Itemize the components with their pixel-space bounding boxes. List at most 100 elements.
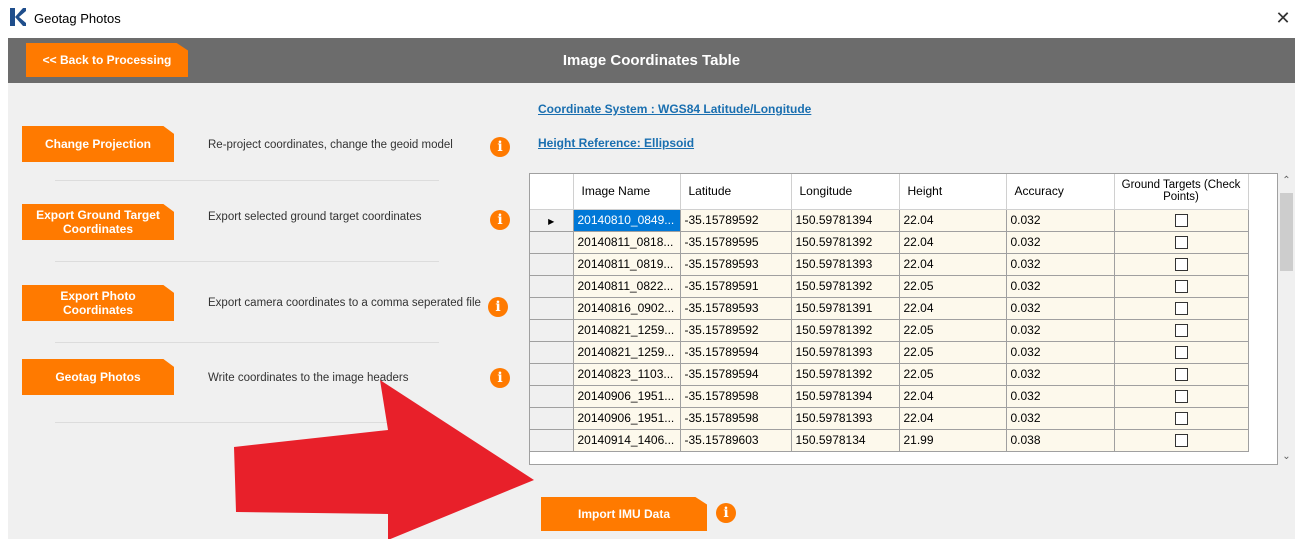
table-cell[interactable]: 0.032 <box>1006 253 1115 276</box>
info-icon[interactable]: i <box>488 297 508 317</box>
table-cell[interactable]: 150.59781391 <box>791 297 900 320</box>
ground-target-checkbox[interactable] <box>1174 324 1188 338</box>
table-cell[interactable]: 22.05 <box>899 275 1007 298</box>
ground-target-checkbox[interactable] <box>1174 214 1188 228</box>
table-row[interactable]: ▶ 20140810_0849... -35.15789592 150.5978139… <box>530 209 1249 232</box>
table-row[interactable]: 20140821_1259... -35.15789594 150.59781393… <box>530 341 1249 364</box>
table-cell[interactable]: 150.5978134 <box>791 429 900 452</box>
height-reference-link[interactable]: Height Reference: Ellipsoid <box>538 136 694 150</box>
ground-target-checkbox[interactable] <box>1174 346 1188 360</box>
table-row[interactable]: 20140821_1259... -35.15789592 150.59781392… <box>530 319 1249 342</box>
import-imu-data-button[interactable]: Import IMU Data <box>541 497 707 531</box>
table-cell[interactable]: 20140906_1951... <box>573 407 681 430</box>
table-cell[interactable]: 22.05 <box>899 341 1007 364</box>
table-cell[interactable]: 22.04 <box>899 385 1007 408</box>
info-icon[interactable]: i <box>490 137 510 157</box>
table-cell[interactable]: -35.15789593 <box>680 253 792 276</box>
table-row[interactable]: 20140906_1951... -35.15789598 150.59781393… <box>530 407 1249 430</box>
table-cell[interactable]: 0.032 <box>1006 341 1115 364</box>
close-button[interactable]: ✕ <box>1269 4 1297 32</box>
table-cell[interactable]: 22.04 <box>899 297 1007 320</box>
scroll-down-icon[interactable]: ⌄ <box>1278 449 1295 465</box>
table-cell[interactable]: 150.59781392 <box>791 275 900 298</box>
table-cell[interactable]: -35.15789593 <box>680 297 792 320</box>
table-cell[interactable]: 0.032 <box>1006 297 1115 320</box>
table-cell[interactable]: 20140811_0819... <box>573 253 681 276</box>
table-row[interactable]: 20140823_1103... -35.15789594 150.59781392… <box>530 363 1249 386</box>
table-cell[interactable]: 0.032 <box>1006 363 1115 386</box>
ground-target-checkbox[interactable] <box>1174 280 1188 294</box>
scroll-up-icon[interactable]: ⌃ <box>1278 173 1295 189</box>
table-cell[interactable]: -35.15789591 <box>680 275 792 298</box>
ground-target-checkbox[interactable] <box>1174 302 1188 316</box>
table-cell[interactable]: 20140906_1951... <box>573 385 681 408</box>
table-row[interactable]: 20140816_0902... -35.15789593 150.59781391… <box>530 297 1249 320</box>
column-header[interactable]: Latitude <box>680 174 792 210</box>
coordinate-system-link[interactable]: Coordinate System : WGS84 Latitude/Longi… <box>538 102 811 116</box>
table-cell[interactable]: -35.15789603 <box>680 429 792 452</box>
table-cell[interactable]: 20140816_0902... <box>573 297 681 320</box>
table-cell[interactable]: 20140811_0818... <box>573 231 681 254</box>
ground-target-checkbox[interactable] <box>1174 258 1188 272</box>
table-row[interactable]: 20140906_1951... -35.15789598 150.59781394… <box>530 385 1249 408</box>
table-cell[interactable]: -35.15789598 <box>680 407 792 430</box>
table-row[interactable]: 20140811_0822... -35.15789591 150.59781392… <box>530 275 1249 298</box>
table-cell[interactable]: 22.04 <box>899 231 1007 254</box>
table-cell[interactable]: 0.032 <box>1006 209 1115 232</box>
column-header[interactable]: Height <box>899 174 1007 210</box>
export-ground-target-button[interactable]: Export Ground Target Coordinates <box>22 204 174 240</box>
table-cell[interactable]: 150.59781392 <box>791 231 900 254</box>
table-cell[interactable]: 22.05 <box>899 319 1007 342</box>
table-cell[interactable]: 0.032 <box>1006 407 1115 430</box>
table-cell[interactable]: 20140823_1103... <box>573 363 681 386</box>
table-cell[interactable]: 22.05 <box>899 363 1007 386</box>
info-icon[interactable]: i <box>716 503 736 523</box>
row-header[interactable] <box>530 231 574 254</box>
table-row[interactable]: 20140811_0818... -35.15789595 150.59781392… <box>530 231 1249 254</box>
table-cell[interactable]: 150.59781392 <box>791 319 900 342</box>
table-cell[interactable]: 0.038 <box>1006 429 1115 452</box>
table-cell[interactable]: -35.15789598 <box>680 385 792 408</box>
table-cell[interactable]: 150.59781394 <box>791 385 900 408</box>
row-header[interactable] <box>530 275 574 298</box>
column-header[interactable]: Accuracy <box>1006 174 1115 210</box>
table-cell[interactable]: 150.59781393 <box>791 341 900 364</box>
table-cell[interactable]: 21.99 <box>899 429 1007 452</box>
scroll-thumb[interactable] <box>1280 193 1293 271</box>
ground-target-checkbox[interactable] <box>1174 434 1188 448</box>
table-cell[interactable]: 150.59781394 <box>791 209 900 232</box>
table-cell[interactable]: -35.15789592 <box>680 209 792 232</box>
row-header[interactable] <box>530 341 574 364</box>
table-cell[interactable]: 0.032 <box>1006 231 1115 254</box>
column-header[interactable]: Ground Targets (Check Points) <box>1114 174 1249 210</box>
back-to-processing-button[interactable]: << Back to Processing <box>26 43 188 77</box>
table-cell[interactable]: 150.59781393 <box>791 253 900 276</box>
table-cell[interactable]: 20140811_0822... <box>573 275 681 298</box>
table-cell[interactable]: 20140821_1259... <box>573 319 681 342</box>
row-header[interactable] <box>530 253 574 276</box>
table-cell[interactable]: 20140914_1406... <box>573 429 681 452</box>
table-cell[interactable]: 0.032 <box>1006 385 1115 408</box>
vertical-scrollbar[interactable]: ⌃ ⌄ <box>1278 173 1295 465</box>
table-cell[interactable]: 20140821_1259... <box>573 341 681 364</box>
table-cell[interactable]: 150.59781393 <box>791 407 900 430</box>
table-cell[interactable]: 22.04 <box>899 407 1007 430</box>
row-header[interactable] <box>530 319 574 342</box>
ground-target-checkbox[interactable] <box>1174 236 1188 250</box>
table-cell[interactable]: -35.15789592 <box>680 319 792 342</box>
table-cell[interactable]: -35.15789595 <box>680 231 792 254</box>
table-cell[interactable]: 0.032 <box>1006 275 1115 298</box>
ground-target-checkbox[interactable] <box>1174 412 1188 426</box>
table-row[interactable]: 20140811_0819... -35.15789593 150.59781393… <box>530 253 1249 276</box>
ground-target-checkbox[interactable] <box>1174 368 1188 382</box>
ground-target-checkbox[interactable] <box>1174 390 1188 404</box>
info-icon[interactable]: i <box>490 210 510 230</box>
table-cell[interactable]: 0.032 <box>1006 319 1115 342</box>
column-header[interactable]: Longitude <box>791 174 900 210</box>
table-cell[interactable]: -35.15789594 <box>680 363 792 386</box>
table-cell[interactable]: 150.59781392 <box>791 363 900 386</box>
table-cell[interactable]: 20140810_0849... <box>573 209 681 232</box>
table-cell[interactable]: -35.15789594 <box>680 341 792 364</box>
change-projection-button[interactable]: Change Projection <box>22 126 174 162</box>
row-header[interactable]: ▶ <box>530 209 574 232</box>
